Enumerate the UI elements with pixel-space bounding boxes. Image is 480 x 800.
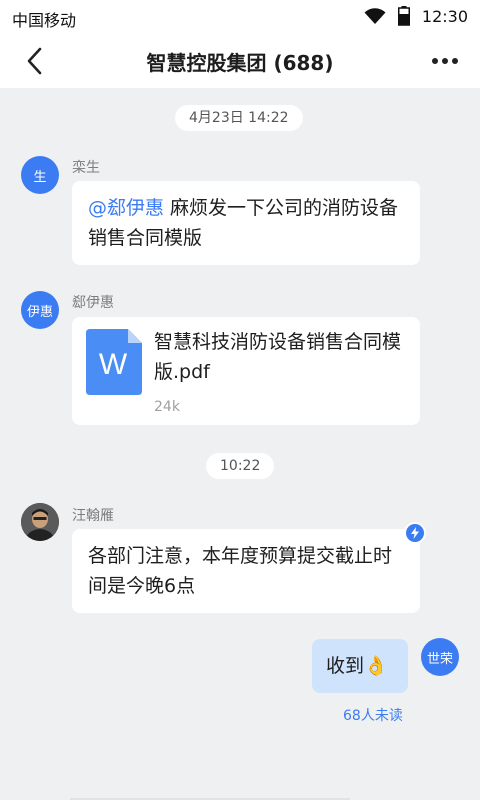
status-time: 12:30 xyxy=(421,6,468,26)
file-name: 智慧科技消防设备销售合同模版.pdf xyxy=(154,331,402,383)
word-file-icon: W xyxy=(86,329,142,395)
message-text: 各部门注意，本年度预算提交截止时间是今晚6点 xyxy=(88,545,393,597)
message-bubble[interactable]: @郄伊惠 麻烦发一下公司的消防设备销售合同模版 xyxy=(72,181,420,265)
nav-bar: 智慧控股集团 (688) xyxy=(0,34,480,88)
sender-name: 汪翰雁 xyxy=(72,508,114,524)
sender-name: 郄伊惠 xyxy=(72,295,114,311)
more-dot-icon xyxy=(452,58,458,64)
avatar[interactable]: 世荣 xyxy=(421,638,459,676)
chat-title: 智慧控股集团 (688) xyxy=(146,51,334,75)
lightning-icon xyxy=(411,527,419,539)
status-icons: 12:30 xyxy=(364,6,468,26)
timestamp-pill: 10:22 xyxy=(206,453,275,479)
ok-hand-emoji: 👌 xyxy=(364,655,388,677)
priority-badge xyxy=(404,522,426,544)
avatar[interactable]: 生 xyxy=(21,156,59,194)
more-dot-icon xyxy=(432,58,438,64)
timestamp-pill: 4月23日 14:22 xyxy=(175,105,303,131)
mention-link[interactable]: @郄伊惠 xyxy=(88,197,164,219)
file-message-card[interactable]: W 智慧科技消防设备销售合同模版.pdf 24k xyxy=(72,317,420,425)
avatar[interactable]: 伊惠 xyxy=(21,291,59,329)
avatar-photo[interactable] xyxy=(21,503,59,541)
more-dot-icon xyxy=(442,58,448,64)
self-message-bubble[interactable]: 收到👌 xyxy=(312,639,408,693)
status-bar: 中国移动 12:30 xyxy=(0,0,480,34)
unread-count-link[interactable]: 68人未读 xyxy=(343,705,403,725)
file-letter: W xyxy=(99,348,128,381)
file-size: 24k xyxy=(154,399,180,415)
chat-area[interactable]: 4月23日 14:22 生 栾生 @郄伊惠 麻烦发一下公司的消防设备销售合同模版… xyxy=(0,88,480,800)
message-text: 收到 xyxy=(326,655,365,677)
wifi-icon xyxy=(364,8,386,24)
battery-icon xyxy=(397,6,410,26)
sender-name: 栾生 xyxy=(72,160,100,176)
person-photo-icon xyxy=(21,503,59,541)
carrier-label: 中国移动 xyxy=(12,11,77,30)
message-bubble[interactable]: 各部门注意，本年度预算提交截止时间是今晚6点 xyxy=(72,529,420,613)
more-options-button[interactable] xyxy=(428,47,462,75)
